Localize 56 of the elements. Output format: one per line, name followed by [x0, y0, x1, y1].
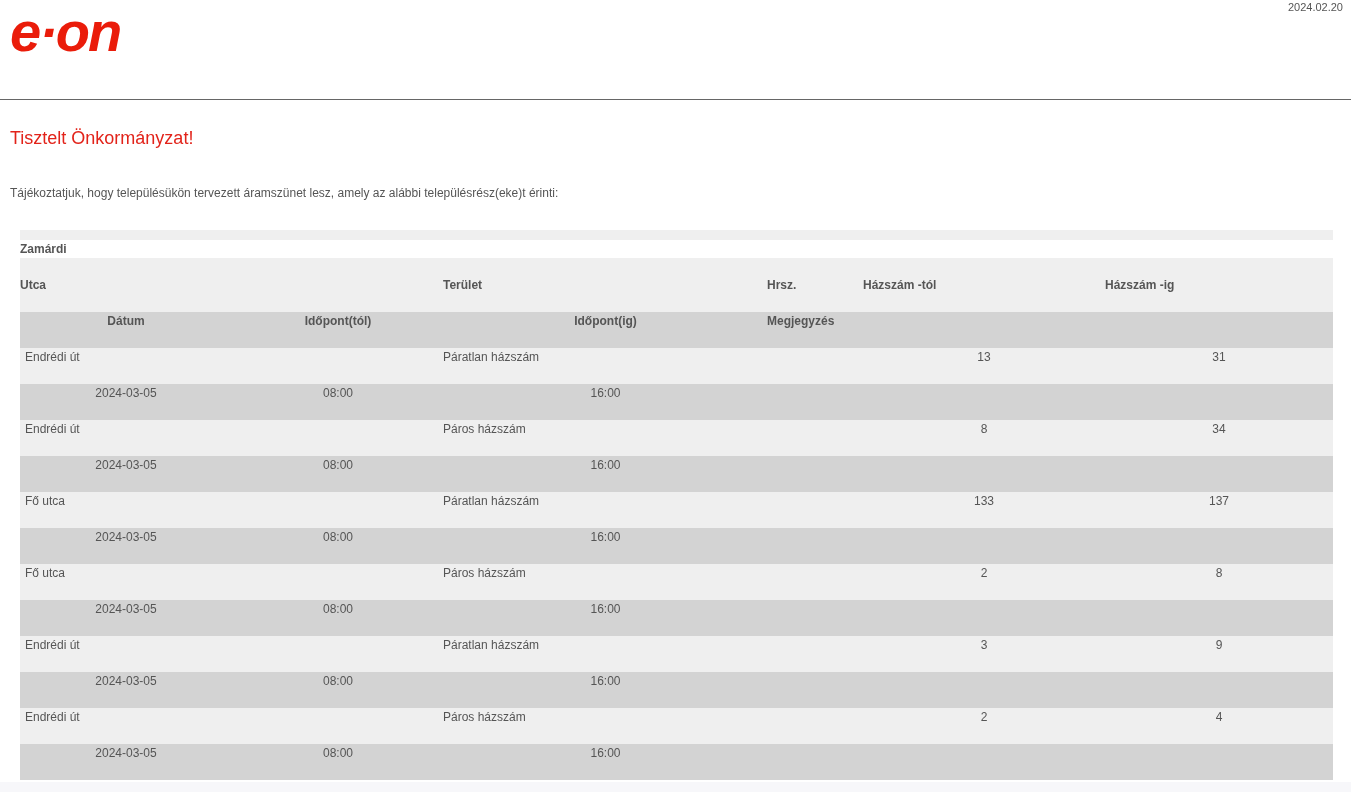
column-header: Időpont(ig) — [574, 314, 637, 328]
greeting-heading: Tisztelt Önkormányzat! — [10, 127, 195, 149]
column-header: Terület — [443, 278, 484, 292]
table-cell: 08:00 — [323, 458, 353, 472]
table-cell: 08:00 — [323, 746, 353, 760]
table-cell: 31 — [1212, 350, 1226, 364]
table-cell-text: Páratlan házszám — [443, 638, 541, 652]
table-cell-text: Páros házszám — [443, 422, 527, 436]
table-cell: 08:00 — [323, 530, 353, 544]
column-header: Házszám -tól — [863, 278, 938, 292]
table-cell-text: Endrédi út — [24, 638, 81, 652]
table-cell-text: Endrédi út — [24, 710, 81, 724]
table-cell: 2 — [980, 710, 988, 724]
table-cell-text: Endrédi út — [24, 350, 81, 364]
column-header: Hrsz. — [767, 278, 798, 292]
company-logo: e·on — [10, 2, 121, 62]
table-cell: 16:00 — [590, 458, 621, 472]
table-cell-text: Páros házszám — [443, 710, 527, 724]
column-header: Utca — [20, 278, 47, 292]
table-cell: 16:00 — [590, 746, 621, 760]
table-cell: 137 — [1209, 494, 1229, 508]
table-cell-text: Fő utca — [24, 494, 67, 508]
intro-text: Tájékoztatjuk, hogy településükön tervezett áramszünet lesz, amely az alábbi településrész(eke)t érinti: — [10, 186, 560, 200]
table-cell: 3 — [980, 638, 988, 652]
table-cell: 16:00 — [590, 602, 621, 616]
table-cell: 08:00 — [323, 602, 353, 616]
table-cell-text: Endrédi út — [24, 422, 81, 436]
column-header: Időpont(tól) — [304, 314, 372, 328]
table-cell-text: Páratlan házszám — [443, 350, 541, 364]
table-cell: 9 — [1215, 638, 1223, 652]
table-cell: 133 — [974, 494, 994, 508]
table-cell: 8 — [1215, 566, 1223, 580]
table-cell: 2024-03-05 — [95, 530, 157, 544]
table-cell: 2024-03-05 — [95, 674, 157, 688]
table-cell: 4 — [1215, 710, 1223, 724]
table-cell-text: Fő utca — [24, 566, 67, 580]
table-cell-text: Páratlan házszám — [443, 494, 541, 508]
table-cell: 13 — [977, 350, 991, 364]
town-name: Zamárdi — [20, 241, 68, 258]
column-header: Megjegyzés — [767, 314, 836, 328]
table-cell: 08:00 — [323, 386, 353, 400]
table-cell: 16:00 — [590, 674, 621, 688]
table-cell: 2 — [980, 566, 988, 580]
table-cell: 2024-03-05 — [95, 458, 157, 472]
table-cell: 8 — [980, 422, 988, 436]
document-date: 2024.02.20 — [1287, 1, 1343, 13]
table-cell: 08:00 — [323, 674, 353, 688]
table-cell: 34 — [1212, 422, 1226, 436]
table-cell: 2024-03-05 — [95, 746, 157, 760]
table-cell: 2024-03-05 — [95, 386, 157, 400]
table-cell: 16:00 — [590, 530, 621, 544]
table-cell: 16:00 — [590, 386, 621, 400]
column-header: Házszám -ig — [1105, 278, 1176, 292]
table-cell: 2024-03-05 — [95, 602, 157, 616]
table-cell-text: Páros házszám — [443, 566, 527, 580]
column-header: Dátum — [107, 314, 145, 328]
